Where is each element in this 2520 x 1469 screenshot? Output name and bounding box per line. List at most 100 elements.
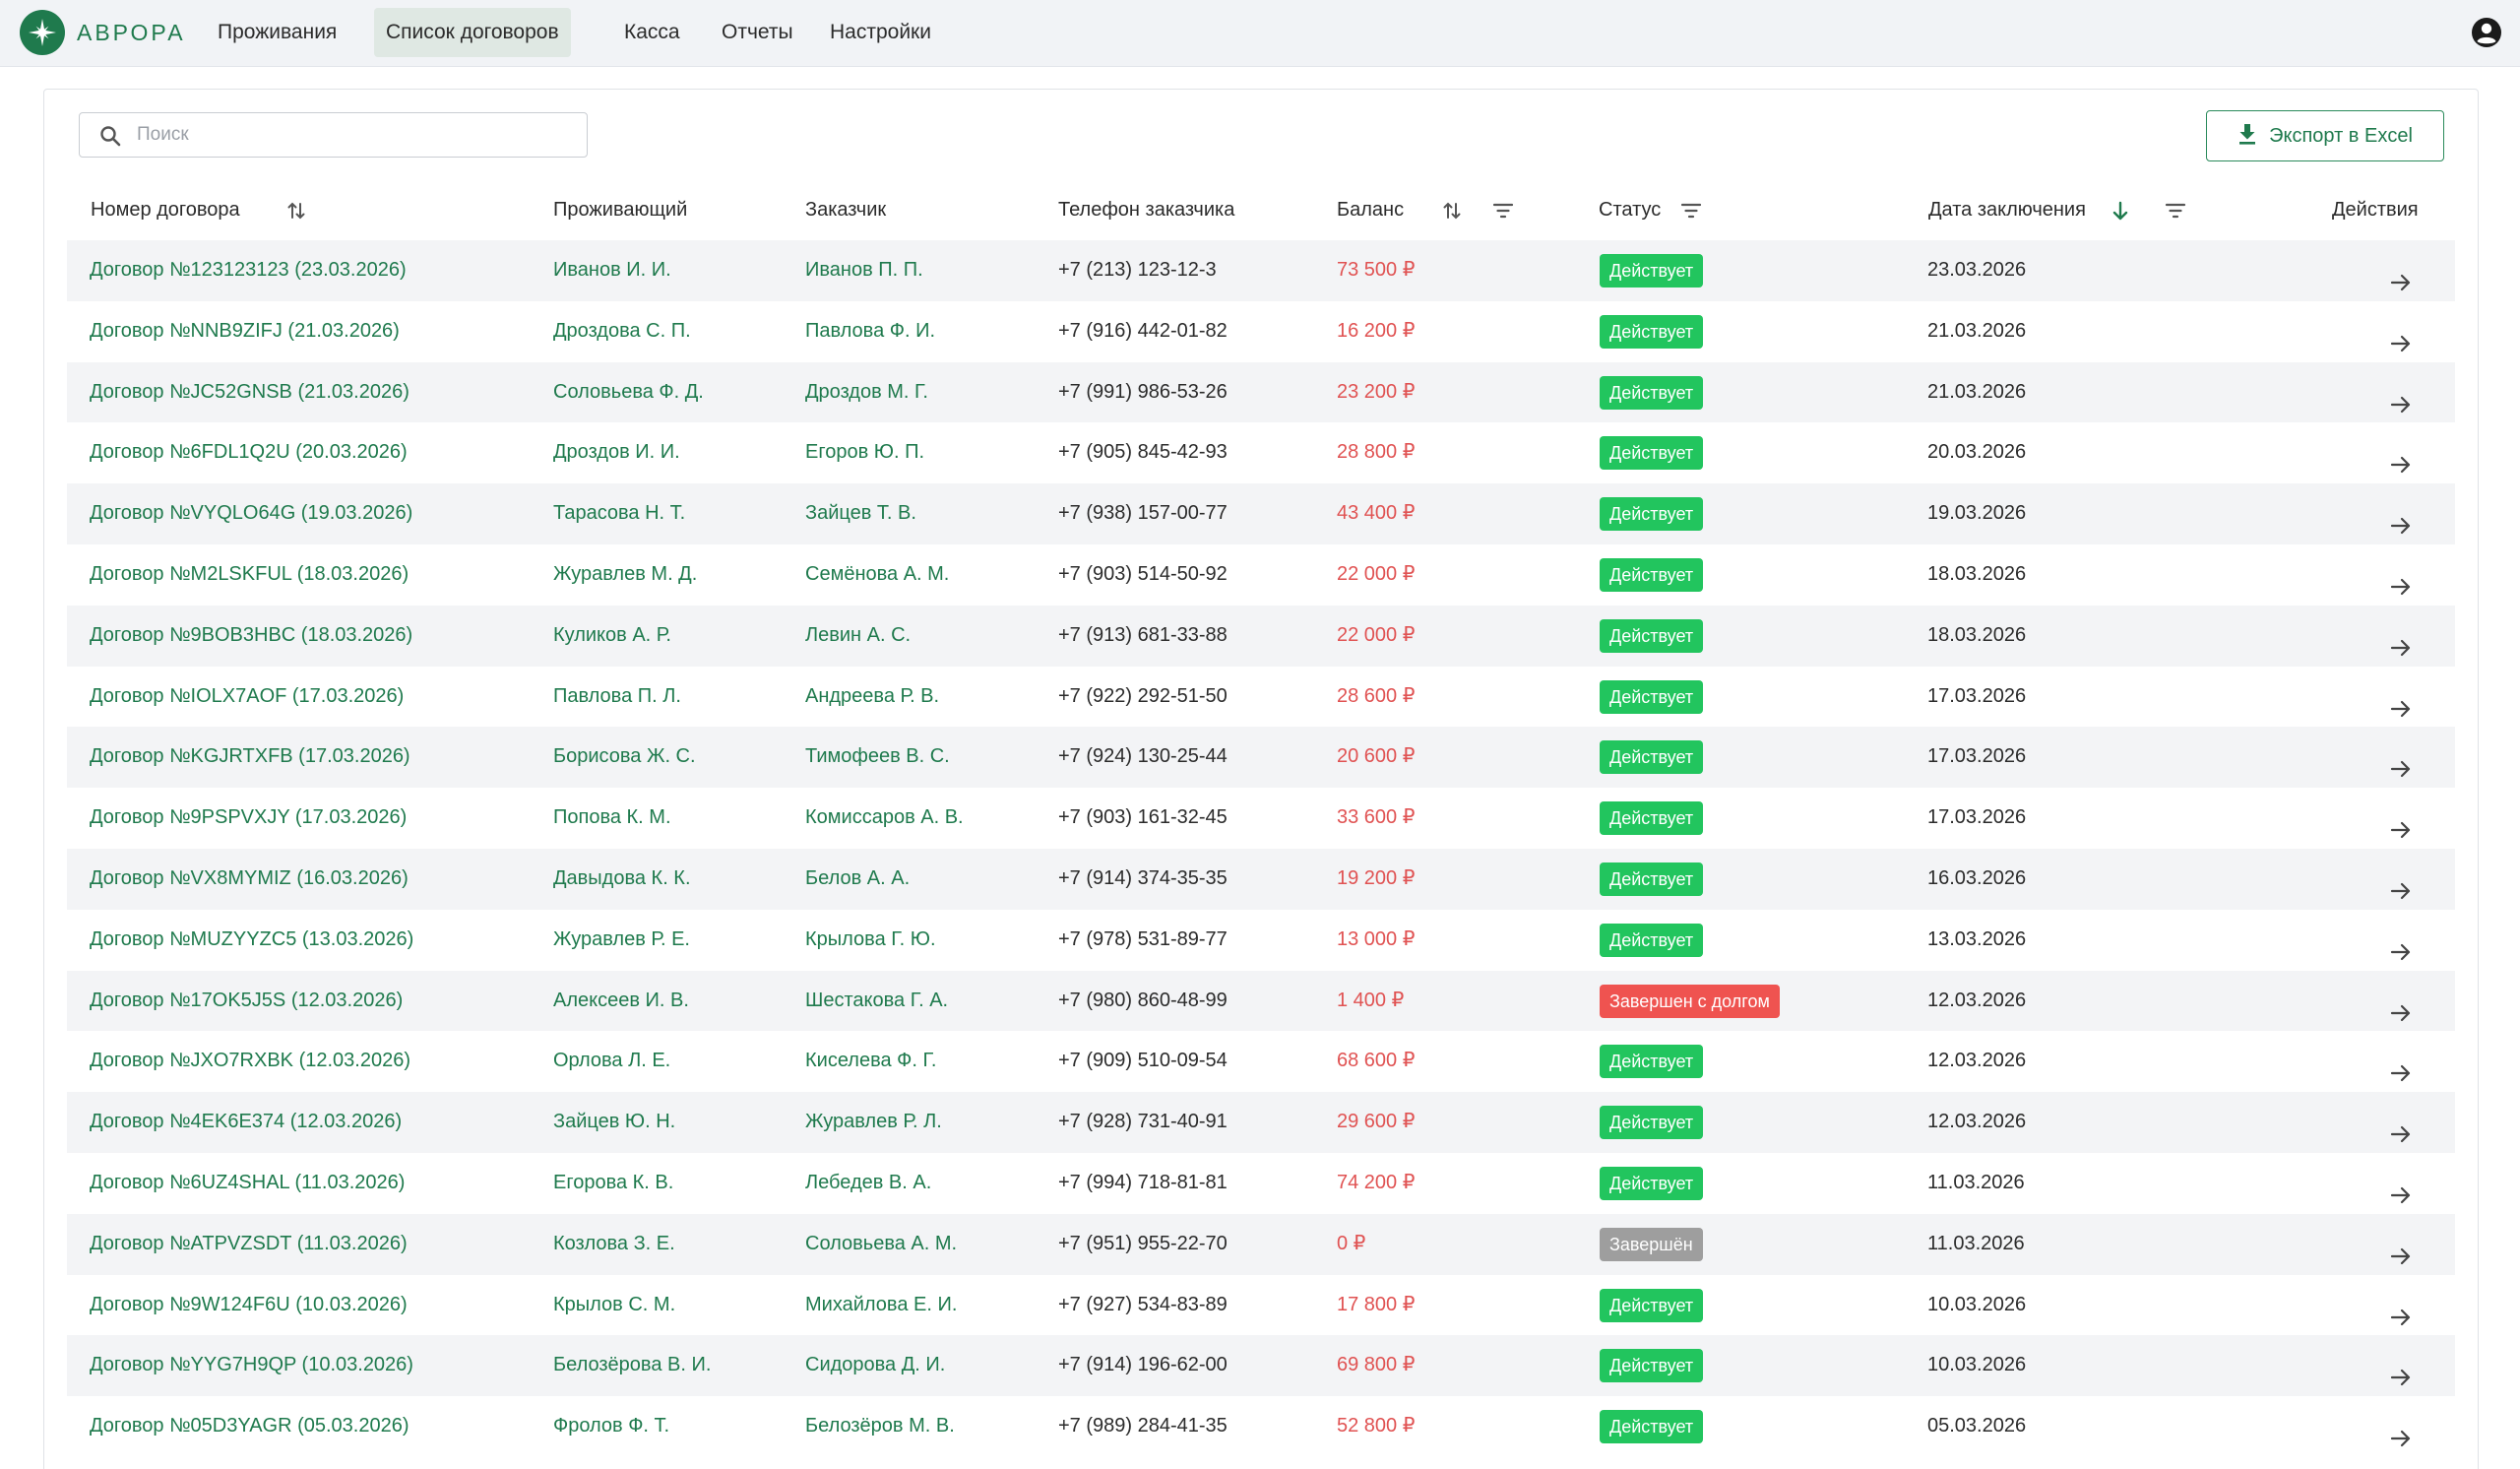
table-row[interactable]: Договор №9BOB3HBC (18.03.2026) Куликов А.… — [67, 605, 2455, 667]
table-row[interactable]: Договор №6FDL1Q2U (20.03.2026) Дроздов И.… — [67, 422, 2455, 483]
arrow-right-icon[interactable] — [2389, 806, 2413, 839]
contract-link[interactable]: Договор №KGJRTXFB (17.03.2026) — [90, 727, 410, 788]
resident-link[interactable]: Журавлев М. Д. — [553, 544, 697, 606]
resident-link[interactable]: Соловьева Ф. Д. — [553, 362, 704, 423]
arrow-right-icon[interactable] — [2389, 685, 2413, 717]
customer-link[interactable]: Журавлев Р. Л. — [805, 1092, 942, 1153]
contract-link[interactable]: Договор №17OK5J5S (12.03.2026) — [90, 971, 403, 1032]
arrow-right-icon[interactable] — [2389, 1172, 2413, 1204]
contract-link[interactable]: Договор №6FDL1Q2U (20.03.2026) — [90, 422, 408, 483]
arrow-right-icon[interactable] — [2389, 1050, 2413, 1082]
customer-link[interactable]: Шестакова Г. А. — [805, 971, 948, 1032]
contract-link[interactable]: Договор №4EK6E374 (12.03.2026) — [90, 1092, 402, 1153]
arrow-right-icon[interactable] — [2389, 745, 2413, 778]
customer-link[interactable]: Белов А. А. — [805, 849, 910, 910]
arrow-right-icon[interactable] — [2389, 502, 2413, 535]
filter-icon[interactable] — [1492, 199, 1514, 221]
table-row[interactable]: Договор №9PSPVXJY (17.03.2026) Попова К. … — [67, 788, 2455, 849]
filter-icon[interactable] — [2165, 199, 2186, 221]
sort-icon[interactable] — [285, 199, 307, 221]
customer-link[interactable]: Иванов П. П. — [805, 240, 923, 301]
arrow-right-icon[interactable] — [2389, 1354, 2413, 1386]
export-excel-button[interactable]: Экспорт в Excel — [2206, 110, 2444, 161]
customer-link[interactable]: Сидорова Д. И. — [805, 1335, 945, 1396]
resident-link[interactable]: Журавлев Р. Е. — [553, 910, 690, 971]
arrow-right-icon[interactable] — [2389, 990, 2413, 1021]
customer-link[interactable]: Андреева Р. В. — [805, 667, 939, 728]
resident-link[interactable]: Попова К. М. — [553, 788, 671, 849]
resident-link[interactable]: Борисова Ж. С. — [553, 727, 696, 788]
customer-link[interactable]: Крылова Г. Ю. — [805, 910, 936, 971]
arrow-right-icon[interactable] — [2389, 441, 2413, 474]
account-circle-icon[interactable] — [2471, 17, 2502, 48]
table-row[interactable]: Договор №YYG7H9QP (10.03.2026) Белозёрова… — [67, 1335, 2455, 1397]
table-row[interactable]: Договор №123123123 (23.03.2026) Иванов И.… — [67, 240, 2455, 301]
contract-link[interactable]: Договор №MUZYYZC5 (13.03.2026) — [90, 910, 413, 971]
resident-link[interactable]: Тарасова Н. Т. — [553, 483, 685, 544]
table-row[interactable]: Договор №6UZ4SHAL (11.03.2026) Егорова К.… — [67, 1153, 2455, 1214]
resident-link[interactable]: Крылов С. М. — [553, 1275, 675, 1336]
app-logo[interactable]: АВРОРА — [20, 10, 186, 55]
contract-link[interactable]: Договор №NNB9ZIFJ (21.03.2026) — [90, 301, 400, 362]
nav-item-cashbox[interactable]: Касса — [612, 8, 692, 57]
table-row[interactable]: Договор №17OK5J5S (12.03.2026) Алексеев И… — [67, 970, 2455, 1032]
customer-link[interactable]: Дроздов М. Г. — [805, 362, 928, 423]
resident-link[interactable]: Куликов А. Р. — [553, 606, 671, 667]
resident-link[interactable]: Белозёрова В. И. — [553, 1335, 711, 1396]
resident-link[interactable]: Дроздова С. П. — [553, 301, 691, 362]
nav-item-residences[interactable]: Проживания — [206, 8, 348, 57]
contract-link[interactable]: Договор №JXO7RXBK (12.03.2026) — [90, 1031, 410, 1092]
resident-link[interactable]: Иванов И. И. — [553, 240, 671, 301]
contract-link[interactable]: Договор №M2LSKFUL (18.03.2026) — [90, 544, 409, 606]
table-row[interactable]: Договор №KGJRTXFB (17.03.2026) Борисова Ж… — [67, 727, 2455, 789]
customer-link[interactable]: Комиссаров А. В. — [805, 788, 964, 849]
contract-link[interactable]: Договор №VYQLO64G (19.03.2026) — [90, 483, 412, 544]
arrow-right-icon[interactable] — [2389, 1233, 2413, 1264]
contract-link[interactable]: Договор №JC52GNSB (21.03.2026) — [90, 362, 410, 423]
contract-link[interactable]: Договор №123123123 (23.03.2026) — [90, 240, 407, 301]
customer-link[interactable]: Киселева Ф. Г. — [805, 1031, 936, 1092]
resident-link[interactable]: Фролов Ф. Т. — [553, 1396, 669, 1457]
arrow-right-icon[interactable] — [2389, 1294, 2413, 1325]
table-row[interactable]: Договор №VX8MYMIZ (16.03.2026) Давыдова К… — [67, 848, 2455, 910]
table-row[interactable]: Договор №VYQLO64G (19.03.2026) Тарасова Н… — [67, 483, 2455, 544]
table-row[interactable]: Договор №JC52GNSB (21.03.2026) Соловьева … — [67, 361, 2455, 423]
arrow-right-icon[interactable] — [2389, 1415, 2413, 1447]
resident-link[interactable]: Орлова Л. Е. — [553, 1031, 670, 1092]
contract-link[interactable]: Договор №05D3YAGR (05.03.2026) — [90, 1396, 410, 1457]
contract-link[interactable]: Договор №ATPVZSDT (11.03.2026) — [90, 1214, 408, 1275]
customer-link[interactable]: Лебедев В. А. — [805, 1153, 931, 1214]
contract-link[interactable]: Договор №IOLX7AOF (17.03.2026) — [90, 667, 404, 728]
contract-link[interactable]: Договор №6UZ4SHAL (11.03.2026) — [90, 1153, 405, 1214]
resident-link[interactable]: Егорова К. В. — [553, 1153, 673, 1214]
customer-link[interactable]: Павлова Ф. И. — [805, 301, 935, 362]
search-input[interactable] — [137, 113, 570, 157]
table-row[interactable]: Договор №4EK6E374 (12.03.2026) Зайцев Ю. … — [67, 1092, 2455, 1153]
customer-link[interactable]: Белозёров М. В. — [805, 1396, 955, 1457]
resident-link[interactable]: Дроздов И. И. — [553, 422, 680, 483]
contract-link[interactable]: Договор №VX8MYMIZ (16.03.2026) — [90, 849, 409, 910]
table-row[interactable]: Договор №M2LSKFUL (18.03.2026) Журавлев М… — [67, 544, 2455, 606]
search-box[interactable] — [79, 112, 588, 158]
resident-link[interactable]: Давыдова К. К. — [553, 849, 691, 910]
arrow-right-icon[interactable] — [2389, 381, 2413, 413]
nav-item-contracts[interactable]: Список договоров — [374, 8, 571, 57]
table-row[interactable]: Договор №JXO7RXBK (12.03.2026) Орлова Л. … — [67, 1031, 2455, 1092]
arrow-right-icon[interactable] — [2389, 1111, 2413, 1143]
customer-link[interactable]: Тимофеев В. С. — [805, 727, 950, 788]
contract-link[interactable]: Договор №9W124F6U (10.03.2026) — [90, 1275, 408, 1336]
arrow-right-icon[interactable] — [2389, 320, 2413, 351]
resident-link[interactable]: Козлова З. Е. — [553, 1214, 675, 1275]
customer-link[interactable]: Соловьева А. М. — [805, 1214, 957, 1275]
arrow-right-icon[interactable] — [2389, 867, 2413, 900]
customer-link[interactable]: Семёнова А. М. — [805, 544, 949, 606]
nav-item-settings[interactable]: Настройки — [818, 8, 943, 57]
arrow-right-icon[interactable] — [2389, 259, 2413, 291]
arrow-right-icon[interactable] — [2389, 928, 2413, 960]
customer-link[interactable]: Егоров Ю. П. — [805, 422, 924, 483]
table-row[interactable]: Договор №IOLX7AOF (17.03.2026) Павлова П.… — [67, 667, 2455, 728]
table-row[interactable]: Договор №9W124F6U (10.03.2026) Крылов С. … — [67, 1275, 2455, 1336]
nav-item-reports[interactable]: Отчеты — [710, 8, 805, 57]
contract-link[interactable]: Договор №YYG7H9QP (10.03.2026) — [90, 1335, 413, 1396]
contract-link[interactable]: Договор №9PSPVXJY (17.03.2026) — [90, 788, 407, 849]
